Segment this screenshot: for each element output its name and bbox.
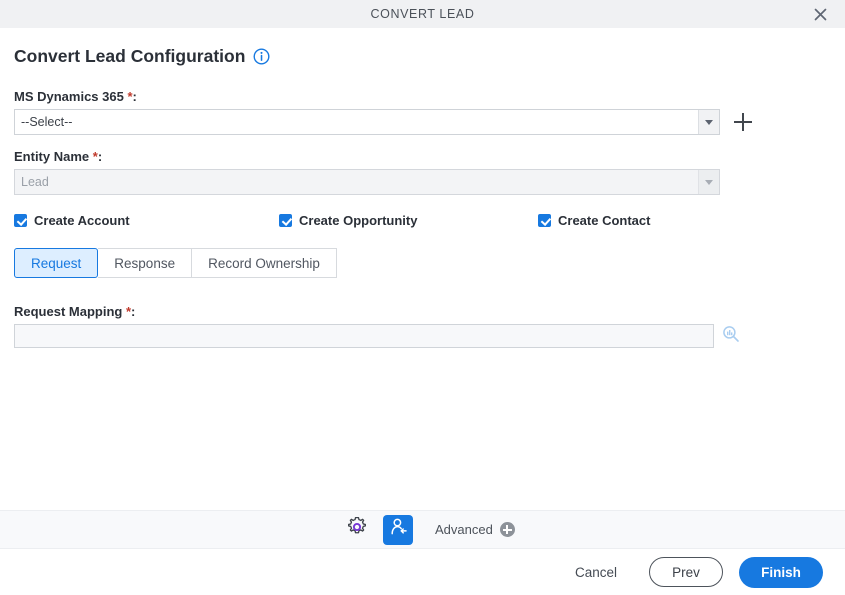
magnifier-icon (722, 325, 740, 348)
advanced-toggle[interactable]: Advanced (435, 522, 515, 537)
label-colon: : (131, 304, 136, 319)
person-add-icon (388, 517, 408, 542)
bottom-toolbar: Advanced (0, 510, 845, 549)
info-circle-icon[interactable] (253, 48, 270, 65)
tab-record-ownership[interactable]: Record Ownership (192, 248, 337, 278)
create-options-row: Create Account Create Opportunity Create… (14, 213, 831, 228)
tab-response[interactable]: Response (98, 248, 193, 278)
request-mapping-label-text: Request Mapping (14, 304, 123, 319)
request-mapping-picker-button[interactable] (722, 325, 740, 348)
chevron-down-icon (698, 110, 719, 134)
checkbox-label: Create Opportunity (299, 213, 418, 228)
configuration-tabs: Request Response Record Ownership (14, 248, 831, 278)
window-title-bar: CONVERT LEAD (0, 0, 845, 28)
entity-label-text: Entity Name (14, 149, 90, 164)
entity-field-label: Entity Name *: (14, 149, 831, 164)
connection-label-text: MS Dynamics 365 (14, 89, 124, 104)
entity-name-selected-value: Lead (21, 175, 49, 189)
dialog-footer: Cancel Prev Finish (0, 549, 845, 595)
checkbox-checked-icon (279, 214, 292, 227)
label-colon: : (97, 149, 103, 164)
checkbox-create-account[interactable]: Create Account (14, 213, 279, 228)
page-title-row: Convert Lead Configuration (14, 46, 831, 67)
settings-button[interactable] (345, 516, 369, 543)
checkbox-checked-icon (14, 214, 27, 227)
close-button[interactable] (805, 0, 835, 28)
checkbox-label: Create Account (34, 213, 130, 228)
gear-icon (346, 516, 368, 543)
checkbox-create-contact[interactable]: Create Contact (538, 213, 650, 228)
checkbox-checked-icon (538, 214, 551, 227)
connection-field-row: --Select-- (14, 109, 831, 135)
page-title: Convert Lead Configuration (14, 46, 246, 66)
request-mapping-input[interactable] (14, 324, 714, 348)
checkbox-label: Create Contact (558, 213, 651, 228)
request-mapping-row (14, 324, 831, 348)
add-connection-button[interactable] (734, 113, 752, 131)
connection-field-label: MS Dynamics 365 *: (14, 89, 831, 104)
assign-user-button[interactable] (383, 514, 413, 545)
circle-plus-icon[interactable] (499, 522, 515, 537)
checkbox-create-opportunity[interactable]: Create Opportunity (279, 213, 538, 228)
chevron-down-icon (698, 170, 719, 194)
configuration-form: Convert Lead Configuration MS Dynamics 3… (0, 28, 845, 510)
ms-dynamics-365-selected-value: --Select-- (21, 115, 73, 129)
window-title: CONVERT LEAD (370, 7, 475, 21)
request-mapping-label: Request Mapping *: (14, 304, 831, 319)
close-icon (813, 7, 828, 22)
cancel-button[interactable]: Cancel (565, 559, 627, 586)
finish-button[interactable]: Finish (739, 556, 823, 588)
advanced-label: Advanced (435, 522, 493, 537)
tab-request[interactable]: Request (14, 248, 99, 278)
entity-field-row: Lead (14, 169, 831, 195)
prev-button[interactable]: Prev (649, 557, 723, 587)
entity-name-select: Lead (14, 169, 720, 195)
label-colon: : (132, 89, 137, 104)
ms-dynamics-365-select[interactable]: --Select-- (14, 109, 720, 135)
